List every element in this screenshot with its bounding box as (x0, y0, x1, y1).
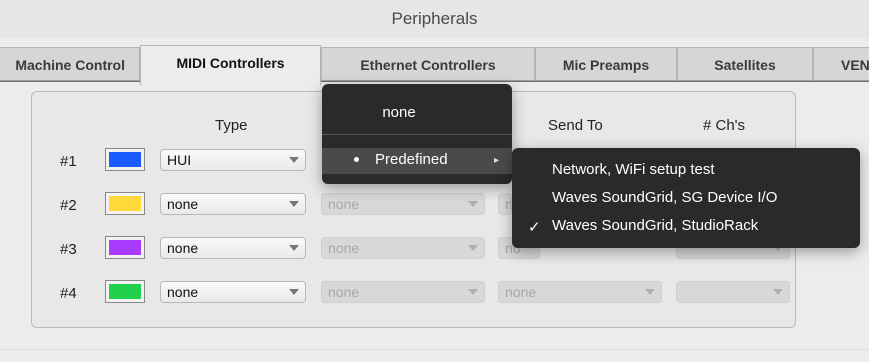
submenu-item-sg-device-io[interactable]: Waves SoundGrid, SG Device I/O (552, 189, 777, 206)
submenu-item-studiorack[interactable]: Waves SoundGrid, StudioRack (552, 217, 758, 234)
column-header-type: Type (215, 117, 248, 134)
type-select-value: HUI (167, 152, 192, 168)
submenu-item-network-wifi[interactable]: Network, WiFi setup test (552, 161, 715, 178)
menu-item-label: Predefined (375, 151, 448, 168)
type-select[interactable]: none (160, 237, 306, 259)
window-divider (0, 349, 869, 350)
column-header-channels: # Ch's (703, 117, 746, 134)
window-titlebar: Peripherals (0, 0, 869, 39)
type-select-value: none (167, 240, 199, 256)
receive-from-select: none (321, 281, 485, 303)
receive-from-select: none (321, 193, 485, 215)
tab-satellites[interactable]: Satellites (677, 47, 813, 81)
chevron-down-icon (468, 245, 478, 251)
tab-mic-preamps[interactable]: Mic Preamps (535, 47, 677, 81)
send-to-value: n (505, 196, 511, 212)
receive-from-popup-menu: none Predefined ▸ (322, 84, 512, 184)
bullet-icon (354, 157, 359, 162)
tab-venue[interactable]: VENUE (813, 47, 869, 81)
chevron-down-icon (289, 245, 299, 251)
receive-from-select: none (321, 237, 485, 259)
color-swatch[interactable] (105, 236, 145, 259)
chevron-down-icon (645, 289, 655, 295)
tab-midi-controllers[interactable]: MIDI Controllers (140, 45, 321, 85)
type-select-value: none (167, 196, 199, 212)
type-select[interactable]: none (160, 281, 306, 303)
row-label: #3 (60, 241, 77, 258)
send-to-select: n (498, 193, 512, 215)
row-label: #1 (60, 153, 77, 170)
receive-from-value: none (328, 240, 360, 256)
column-header-send-to: Send To (548, 117, 603, 134)
row-label: #4 (60, 285, 77, 302)
row-label: #2 (60, 197, 77, 214)
tab-machine-control[interactable]: Machine Control (0, 47, 140, 81)
chevron-down-icon (289, 201, 299, 207)
type-select[interactable]: none (160, 193, 306, 215)
window-title: Peripherals (391, 9, 478, 28)
menu-separator (322, 134, 512, 135)
color-swatch[interactable] (105, 148, 145, 171)
receive-from-value: none (328, 284, 360, 300)
color-fill (109, 240, 141, 255)
chevron-down-icon (289, 289, 299, 295)
send-to-select: none (498, 281, 662, 303)
menu-item-predefined[interactable]: Predefined ▸ (322, 148, 512, 174)
type-select[interactable]: HUI (160, 149, 306, 171)
color-fill (109, 152, 141, 167)
channels-select (676, 281, 790, 303)
chevron-down-icon (289, 157, 299, 163)
color-fill (109, 284, 141, 299)
color-swatch[interactable] (105, 280, 145, 303)
send-to-value: none (505, 284, 537, 300)
chevron-down-icon (468, 289, 478, 295)
tab-ethernet-controllers[interactable]: Ethernet Controllers (321, 47, 535, 81)
submenu-arrow-icon: ▸ (494, 155, 500, 166)
chevron-down-icon (468, 201, 478, 207)
checkmark-icon: ✓ (528, 219, 541, 236)
chevron-down-icon (773, 289, 783, 295)
menu-item-none[interactable]: none (322, 104, 476, 121)
receive-from-value: none (328, 196, 360, 212)
type-select-value: none (167, 284, 199, 300)
predefined-submenu: Network, WiFi setup test Waves SoundGrid… (512, 148, 860, 248)
color-swatch[interactable] (105, 192, 145, 215)
color-fill (109, 196, 141, 211)
